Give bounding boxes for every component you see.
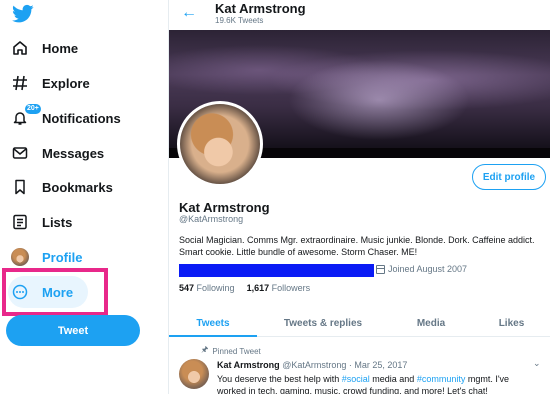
joined-date: Joined August 2007 xyxy=(376,264,467,274)
sidebar-item-label: Messages xyxy=(42,145,105,161)
sidebar-item-label: Explore xyxy=(42,75,90,91)
profile-tabs: Tweets Tweets & replies Media Likes xyxy=(169,310,550,337)
envelope-icon xyxy=(10,143,30,163)
chevron-down-icon[interactable]: ⌄ xyxy=(533,358,541,369)
profile-bio: Social Magician. Comms Mgr. extraordinai… xyxy=(179,235,535,257)
profile-handle: @KatArmstrong xyxy=(179,214,244,224)
follow-stats: 547 Following 1,617 Followers xyxy=(179,283,310,293)
tab-media[interactable]: Media xyxy=(389,310,473,336)
profile-avatar[interactable] xyxy=(177,101,263,187)
hashtag-icon xyxy=(10,73,30,93)
tweet-text: You deserve the best help with #social m… xyxy=(217,373,537,394)
profile-name: Kat Armstrong xyxy=(179,200,270,215)
followers-label: Followers xyxy=(271,283,311,293)
tweet-author[interactable]: Kat Armstrong xyxy=(217,360,280,370)
sidebar-item-messages[interactable]: Messages xyxy=(10,139,104,167)
pin-icon: 🖈 xyxy=(201,345,209,354)
sidebar-item-explore[interactable]: Explore xyxy=(10,69,90,97)
tab-likes[interactable]: Likes xyxy=(473,310,550,336)
followers-count: 1,617 xyxy=(246,283,270,293)
tweet-count: 19.6K Tweets xyxy=(215,16,264,25)
sidebar-item-label: Notifications xyxy=(42,110,121,126)
sidebar-item-label: Home xyxy=(42,40,79,56)
list-icon xyxy=(10,212,30,232)
sidebar-item-profile[interactable]: Profile xyxy=(10,243,82,271)
sidebar: Home Explore 20+ Notifications Messages … xyxy=(0,0,170,394)
page-title: Kat Armstrong xyxy=(215,1,306,16)
pinned-indicator: 🖈 Pinned Tweet xyxy=(201,344,261,358)
tweet-avatar[interactable] xyxy=(179,359,209,389)
bell-icon: 20+ xyxy=(10,103,42,128)
tweet-text-part: media and xyxy=(369,374,417,384)
bookmark-icon xyxy=(10,177,30,197)
pinned-label: Pinned Tweet xyxy=(212,346,261,356)
joined-label: Joined August 2007 xyxy=(388,264,468,274)
tweet-button[interactable]: Tweet xyxy=(6,315,140,346)
sidebar-item-label: Profile xyxy=(42,249,83,265)
following-count: 547 xyxy=(179,283,195,293)
tweet-handle: @KatArmstrong xyxy=(282,360,347,370)
sidebar-item-label: Bookmarks xyxy=(42,179,113,195)
calendar-icon xyxy=(376,264,385,274)
hashtag-link[interactable]: #community xyxy=(417,374,466,384)
sidebar-item-home[interactable]: Home xyxy=(10,34,78,62)
tweet-text-part: You deserve the best help with xyxy=(217,374,342,384)
avatar-icon xyxy=(10,247,30,267)
tweet-date[interactable]: Mar 25, 2017 xyxy=(354,360,407,370)
redaction-bar xyxy=(179,264,374,277)
back-arrow-icon[interactable]: ← xyxy=(181,4,197,22)
edit-profile-button[interactable]: Edit profile xyxy=(472,164,546,190)
tab-tweets-replies[interactable]: Tweets & replies xyxy=(257,310,389,336)
home-icon xyxy=(10,38,30,58)
sidebar-item-lists[interactable]: Lists xyxy=(10,208,72,236)
hashtag-link[interactable]: #social xyxy=(342,374,370,384)
followers-link[interactable]: 1,617 Followers xyxy=(247,283,311,293)
profile-main: ← Kat Armstrong 19.6K Tweets Edit profil… xyxy=(169,0,550,394)
pinned-tweet[interactable]: 🖈 Pinned Tweet Kat Armstrong @KatArmstro… xyxy=(169,338,550,394)
highlight-box xyxy=(2,268,108,316)
tweet-separator: · xyxy=(348,360,352,370)
top-bar: ← Kat Armstrong 19.6K Tweets xyxy=(169,0,550,30)
sidebar-item-label: Lists xyxy=(42,214,73,230)
notification-badge: 20+ xyxy=(24,103,42,115)
following-link[interactable]: 547 Following xyxy=(179,283,235,293)
tab-tweets[interactable]: Tweets xyxy=(169,310,257,337)
sidebar-item-notifications[interactable]: 20+ Notifications xyxy=(10,103,121,132)
twitter-bird-icon[interactable] xyxy=(12,4,34,24)
sidebar-item-bookmarks[interactable]: Bookmarks xyxy=(10,173,113,201)
following-label: Following xyxy=(196,283,235,293)
tweet-header: Kat Armstrong @KatArmstrong · Mar 25, 20… xyxy=(217,360,407,370)
